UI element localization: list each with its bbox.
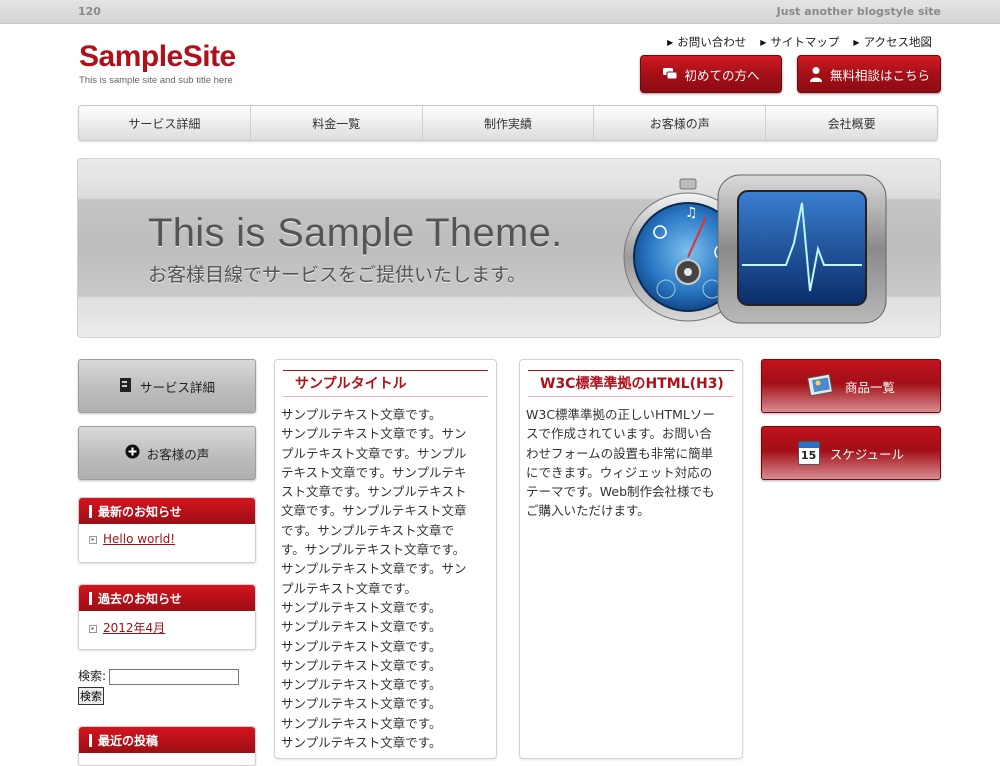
latest-news-list: ▸ Hello world! — [79, 524, 255, 554]
sample-line: テキスト文章です。サンプルテキ — [281, 464, 467, 480]
calendar-day: 15 — [800, 449, 817, 462]
product-list-button[interactable]: 商品一覧 — [761, 359, 941, 413]
sample-line: す。サンプルテキスト文章です。 — [281, 542, 466, 558]
archive-widget: 過去のお知らせ ▸ 2012年4月 — [78, 584, 256, 650]
hero-banner: This is Sample Theme. お客様目線でサービスをご提供いたしま… — [77, 158, 941, 338]
news-link-hello-world[interactable]: Hello world! — [103, 532, 175, 546]
w3c-content-box: W3C標準準拠のHTML(H3) W3C標準準拠の正しいHTMLソー スで作成さ… — [519, 359, 743, 759]
sample-line: プルテキスト文章です。サンプル — [281, 445, 467, 461]
nav-item-company[interactable]: 会社概要 — [766, 106, 937, 140]
nav-item-voice[interactable]: お客様の声 — [594, 106, 767, 140]
service-detail-button-label: サービス詳細 — [139, 379, 215, 395]
sample-line: サンプルテキスト文章です。 — [281, 696, 442, 712]
triangle-right-icon: ▶ — [667, 37, 674, 47]
link-access-map-label: アクセス地図 — [863, 35, 932, 49]
document-icon — [119, 377, 133, 396]
free-consult-button-label: 無料相談はこちら — [829, 67, 930, 83]
w3c-title: W3C標準準拠のHTML(H3) — [528, 370, 734, 397]
sample-line: サンプルテキスト文章です。 — [281, 677, 442, 693]
sample-content-box: サンプルタイトル サンプルテキスト文章です。 サンプルテキスト文章です。サン プ… — [274, 359, 497, 759]
w3c-body: W3C標準準拠の正しいHTMLソー スで作成されています。お問い合 わせフォーム… — [520, 397, 742, 521]
hero-subtitle: お客様目線でサービスをご提供いたします。 — [148, 264, 527, 286]
site-logo[interactable]: SampleSite This is sample site and sub t… — [79, 40, 236, 86]
customer-voice-button[interactable]: お客様の声 — [78, 426, 256, 480]
search-button[interactable]: 検索 — [78, 686, 104, 705]
sample-line: サンプルテキスト文章です。 — [281, 715, 442, 731]
top-bar-tagline: Just another blogstyle site — [776, 5, 941, 18]
w3c-line: にできます。ウィジェット対応の — [526, 464, 713, 480]
link-sitemap-label: サイトマップ — [770, 35, 840, 49]
utility-links: ▶ お問い合わせ ▶ サイトマップ ▶ アクセス地図 — [667, 34, 932, 50]
first-time-button[interactable]: 初めての方へ — [640, 55, 782, 93]
sample-line: です。サンプルテキスト文章で — [281, 522, 455, 538]
w3c-line: テーマです。Web制作会社様でも — [526, 484, 715, 500]
plus-circle-icon — [125, 444, 140, 462]
service-detail-button[interactable]: サービス詳細 — [78, 359, 256, 413]
sample-title: サンプルタイトル — [283, 370, 488, 397]
archive-title: 過去のお知らせ — [79, 585, 255, 611]
w3c-line: スで作成されています。お問い合 — [526, 426, 712, 442]
site-name[interactable]: SampleSite — [79, 40, 236, 74]
sample-line: サンプルテキスト文章です。サン — [281, 426, 467, 442]
latest-news-title: 最新のお知らせ — [79, 498, 255, 524]
sample-body: サンプルテキスト文章です。 サンプルテキスト文章です。サン プルテキスト文章です… — [275, 397, 496, 752]
archive-list: ▸ 2012年4月 — [79, 611, 255, 644]
schedule-button[interactable]: 15 スケジュール — [761, 426, 941, 480]
bullet-icon: ▸ — [89, 624, 97, 633]
latest-news-widget: 最新のお知らせ ▸ Hello world! — [78, 497, 256, 563]
link-sitemap[interactable]: ▶ サイトマップ — [760, 34, 839, 50]
nav-item-pricing[interactable]: 料金一覧 — [251, 106, 423, 140]
sample-line: サンプルテキスト文章です。 — [281, 735, 442, 751]
w3c-line: W3C標準準拠の正しいHTMLソー — [526, 407, 715, 422]
link-contact-label: お問い合わせ — [677, 35, 747, 49]
recent-posts-title: 最近の投稿 — [79, 727, 255, 753]
sample-line: プルテキスト文章です。 — [281, 580, 417, 596]
bullet-icon: ▸ — [89, 535, 97, 544]
sample-line: スト文章です。サンプルテキスト — [281, 484, 467, 500]
recent-posts-widget: 最近の投稿 — [78, 726, 256, 766]
nav-item-service[interactable]: サービス詳細 — [79, 106, 251, 140]
archive-link-2012-04[interactable]: 2012年4月 — [103, 621, 165, 635]
site-subtitle: This is sample site and sub title here — [79, 75, 233, 86]
w3c-line: ご購入いただけます。 — [526, 503, 650, 519]
triangle-right-icon: ▶ — [760, 37, 767, 47]
product-list-button-label: 商品一覧 — [844, 379, 895, 395]
sample-line: サンプルテキスト文章です。 — [281, 657, 442, 673]
first-time-button-label: 初めての方へ — [684, 67, 760, 83]
search-label: 検索: — [78, 669, 107, 683]
sample-line: サンプルテキスト文章です。 — [281, 619, 442, 635]
sample-line: サンプルテキスト文章です。 — [281, 599, 442, 615]
calendar-icon-header — [798, 442, 819, 448]
sample-line: 文章です。サンプルテキスト文章 — [281, 503, 467, 519]
hero-title: This is Sample Theme. — [148, 211, 563, 255]
free-consult-button[interactable]: 無料相談はこちら — [797, 55, 941, 93]
triangle-right-icon: ▶ — [853, 37, 860, 47]
nav-item-works[interactable]: 制作実績 — [423, 106, 595, 140]
chat-bubble-icon — [662, 66, 678, 82]
link-access-map[interactable]: ▶ アクセス地図 — [853, 34, 932, 50]
link-contact[interactable]: ▶ お問い合わせ — [667, 34, 746, 50]
heart-monitor-icon — [717, 174, 887, 324]
search-form: 検索: 検索 — [78, 667, 240, 705]
schedule-button-label: スケジュール — [829, 446, 905, 462]
photo-frame-icon — [807, 373, 835, 400]
customer-voice-button-label: お客様の声 — [146, 446, 210, 462]
user-icon — [808, 66, 824, 82]
global-nav: サービス詳細 料金一覧 制作実績 お客様の声 会社概要 — [78, 105, 938, 141]
top-bar: 120 Just another blogstyle site — [0, 0, 1000, 24]
search-input[interactable] — [109, 668, 240, 685]
calendar-icon: 15 — [797, 441, 820, 465]
sample-line: サンプルテキスト文章です。サン — [281, 561, 467, 577]
sample-line: サンプルテキスト文章です。 — [281, 407, 442, 422]
w3c-line: わせフォームの設置も非常に簡単 — [526, 445, 714, 461]
sample-line: サンプルテキスト文章です。 — [281, 638, 442, 654]
svg-text:♫: ♫ — [685, 205, 698, 221]
top-bar-left-text: 120 — [78, 5, 101, 18]
